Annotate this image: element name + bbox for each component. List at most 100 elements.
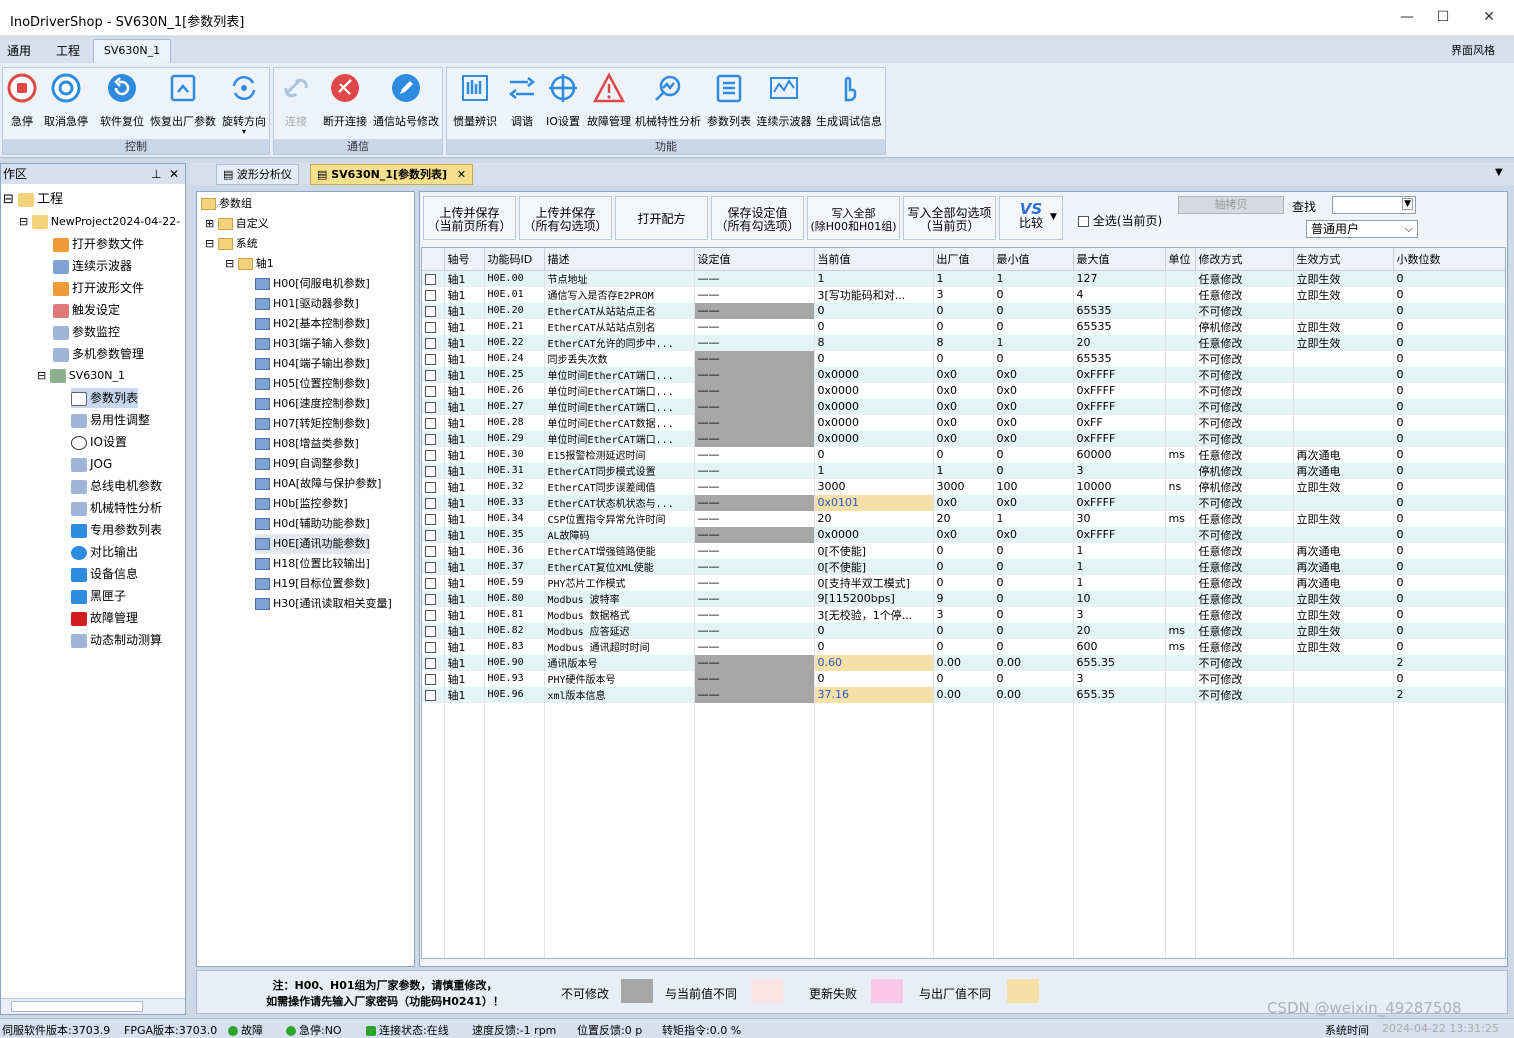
row-checkbox[interactable] [425, 561, 436, 573]
setting-cell[interactable]: —— [694, 302, 815, 319]
current-cell[interactable]: 0x0000 [814, 366, 934, 383]
row-checkbox-cell[interactable] [422, 686, 445, 703]
expand-icon[interactable]: ⊞ [205, 217, 214, 230]
setting-cell[interactable]: —— [694, 542, 815, 559]
current-cell[interactable]: 0[不使能] [814, 558, 934, 575]
rotation-direction-button[interactable]: 旋转方向 ▾ [221, 68, 267, 136]
setting-cell[interactable]: —— [694, 574, 815, 591]
current-cell[interactable]: 9[115200bps] [814, 590, 934, 607]
setting-cell[interactable]: —— [694, 366, 815, 383]
setting-cell[interactable]: —— [694, 334, 815, 351]
table-row[interactable]: 轴1 H0E.20 EtherCAT从站站点正名 —— 0 0 0 65535 不可修改 0 [422, 302, 1505, 319]
current-cell[interactable]: 0 [814, 638, 934, 655]
current-cell[interactable]: 0 [814, 318, 934, 335]
tree-group-item[interactable]: H30[通讯读取相关变量] [255, 594, 392, 614]
minimize-button[interactable]: — [1392, 6, 1422, 28]
tree-black-box[interactable]: 黑匣子 [71, 586, 126, 606]
current-cell[interactable]: 1 [814, 462, 934, 479]
table-row[interactable]: 轴1 H0E.01 通信写入是否存E2PROM —— 3[写功能码和对... 3 0 4 任意修… [422, 286, 1505, 303]
row-checkbox[interactable] [425, 337, 436, 349]
current-cell[interactable]: 0x0000 [814, 382, 934, 399]
tree-group-item[interactable]: H0E[通讯功能参数] [255, 534, 370, 554]
setting-cell[interactable]: —— [694, 558, 815, 575]
tree-usability[interactable]: 易用性调整 [71, 410, 150, 430]
row-checkbox-cell[interactable] [422, 638, 445, 655]
disconnect-button[interactable]: 断开连接 [320, 68, 370, 128]
current-cell[interactable]: 0x0000 [814, 526, 934, 543]
setting-cell[interactable]: —— [694, 526, 815, 543]
row-checkbox-cell[interactable] [422, 510, 445, 527]
station-edit-button[interactable]: 通信站号修改 [372, 68, 440, 128]
tree-jog[interactable]: JOG [71, 454, 112, 474]
row-checkbox-cell[interactable] [422, 670, 445, 687]
row-checkbox-cell[interactable] [422, 382, 445, 399]
row-checkbox[interactable] [425, 513, 436, 525]
table-row[interactable]: 轴1 H0E.25 单位时间EtherCAT端口... —— 0x0000 0x0 0x0 0… [422, 366, 1505, 383]
setting-cell[interactable]: —— [694, 462, 815, 479]
collapse-icon[interactable]: ⊟ [19, 215, 28, 228]
row-checkbox-cell[interactable] [422, 430, 445, 447]
setting-cell[interactable]: —— [694, 350, 815, 367]
table-row[interactable]: 轴1 H0E.81 Modbus 数据格式 —— 3[无校验，1个停... 3 0 3 任意修改… [422, 606, 1505, 623]
current-cell[interactable]: 0 [814, 622, 934, 639]
row-checkbox-cell[interactable] [422, 574, 445, 591]
row-checkbox-cell[interactable] [422, 590, 445, 607]
tree-trigger[interactable]: 触发设定 [53, 300, 120, 320]
tab-waveform[interactable]: ▤ 波形分析仪 [216, 164, 299, 185]
current-cell[interactable]: 8 [814, 334, 934, 351]
current-cell[interactable]: 0 [814, 446, 934, 463]
connect-button[interactable]: 连接 [278, 68, 314, 128]
table-row[interactable]: 轴1 H0E.35 AL故障码 —— 0x0000 0x0 0x0 0xFFFF 不可修改 0 [422, 526, 1505, 543]
io-settings-button[interactable]: IO设置 [543, 68, 583, 128]
row-checkbox-cell[interactable] [422, 270, 445, 287]
collapse-icon[interactable]: ⊟ [37, 369, 46, 382]
setting-cell[interactable]: —— [694, 318, 815, 335]
table-row[interactable]: 轴1 H0E.36 EtherCAT增强链路使能 —— 0[不使能] 0 0 1 任意修改 再次通… [422, 542, 1505, 559]
current-cell[interactable]: 20 [814, 510, 934, 527]
setting-cell[interactable]: —— [694, 382, 815, 399]
open-recipe-button[interactable]: 打开配方 [615, 196, 708, 240]
current-cell[interactable]: 3[写功能码和对... [814, 286, 934, 303]
tree-param-monitor[interactable]: 参数监控 [53, 322, 120, 342]
collapse-icon[interactable]: ⊟ [205, 237, 214, 250]
tree-root[interactable]: 参数组 [201, 194, 252, 214]
table-row[interactable]: 轴1 H0E.24 同步丢失次数 —— 0 0 0 65535 不可修改 0 [422, 350, 1505, 367]
table-row[interactable]: 轴1 H0E.82 Modbus 应答延迟 —— 0 0 0 20 ms 任意修改 立即生效 0 [422, 622, 1505, 639]
row-checkbox[interactable] [425, 577, 436, 589]
row-checkbox[interactable] [425, 481, 436, 493]
tab-close-icon[interactable]: ✕ [457, 168, 466, 181]
tree-io[interactable]: IO设置 [71, 432, 127, 452]
tree-sv630n[interactable]: ⊟ SV630N_1 [37, 366, 125, 386]
row-checkbox[interactable] [425, 545, 436, 557]
row-checkbox-cell[interactable] [422, 302, 445, 319]
cancel-estop-button[interactable]: 取消急停 [43, 68, 89, 128]
table-row[interactable]: 轴1 H0E.26 单位时间EtherCAT端口... —— 0x0000 0x0 0x0 0… [422, 382, 1505, 399]
save-setting-button[interactable]: 保存设定值 （所有勾选项） [711, 196, 804, 240]
column-header[interactable]: 最小值 [993, 248, 1074, 271]
table-row[interactable]: 轴1 H0E.80 Modbus 波特率 —— 9[115200bps] 9 0 10 任意修改… [422, 590, 1505, 607]
column-header[interactable]: 描述 [544, 248, 695, 271]
column-header[interactable]: 修改方式 [1195, 248, 1294, 271]
table-row[interactable]: 轴1 H0E.21 EtherCAT从站站点别名 —— 0 0 0 65535 停机修改 立即生效… [422, 318, 1505, 335]
tree-group-item[interactable]: H05[位置控制参数] [255, 374, 370, 394]
row-checkbox-cell[interactable] [422, 462, 445, 479]
write-all-button[interactable]: 写入全部 (除H00和H01组) [807, 196, 900, 240]
scope-button[interactable]: 连续示波器 [755, 68, 813, 128]
axis-copy-button[interactable]: 轴拷贝 [1178, 196, 1284, 214]
compare-button[interactable]: VS 比较 ▼ [999, 196, 1063, 240]
fault-mgmt-button[interactable]: 故障管理 [585, 68, 633, 128]
close-button[interactable]: ✕ [1474, 6, 1504, 28]
tree-group-item[interactable]: H06[速度控制参数] [255, 394, 370, 414]
collapse-icon[interactable]: ⊟ [3, 192, 14, 207]
tree-group-item[interactable]: H18[位置比较输出] [255, 554, 370, 574]
row-checkbox[interactable] [425, 369, 436, 381]
row-checkbox-cell[interactable] [422, 558, 445, 575]
setting-cell[interactable]: —— [694, 270, 815, 287]
setting-cell[interactable]: —— [694, 622, 815, 639]
row-checkbox[interactable] [425, 353, 436, 365]
setting-cell[interactable]: —— [694, 606, 815, 623]
table-row[interactable]: 轴1 H0E.59 PHY芯片工作模式 —— 0[支持半双工模式] 0 0 1 任意修改 再次通电… [422, 574, 1505, 591]
tree-custom[interactable]: ⊞ 自定义 [205, 214, 269, 234]
tree-system[interactable]: ⊟ 系统 [205, 234, 258, 254]
table-row[interactable]: 轴1 H0E.93 PHY硬件版本号 —— 0 0 0 3 不可修改 0 [422, 670, 1505, 687]
